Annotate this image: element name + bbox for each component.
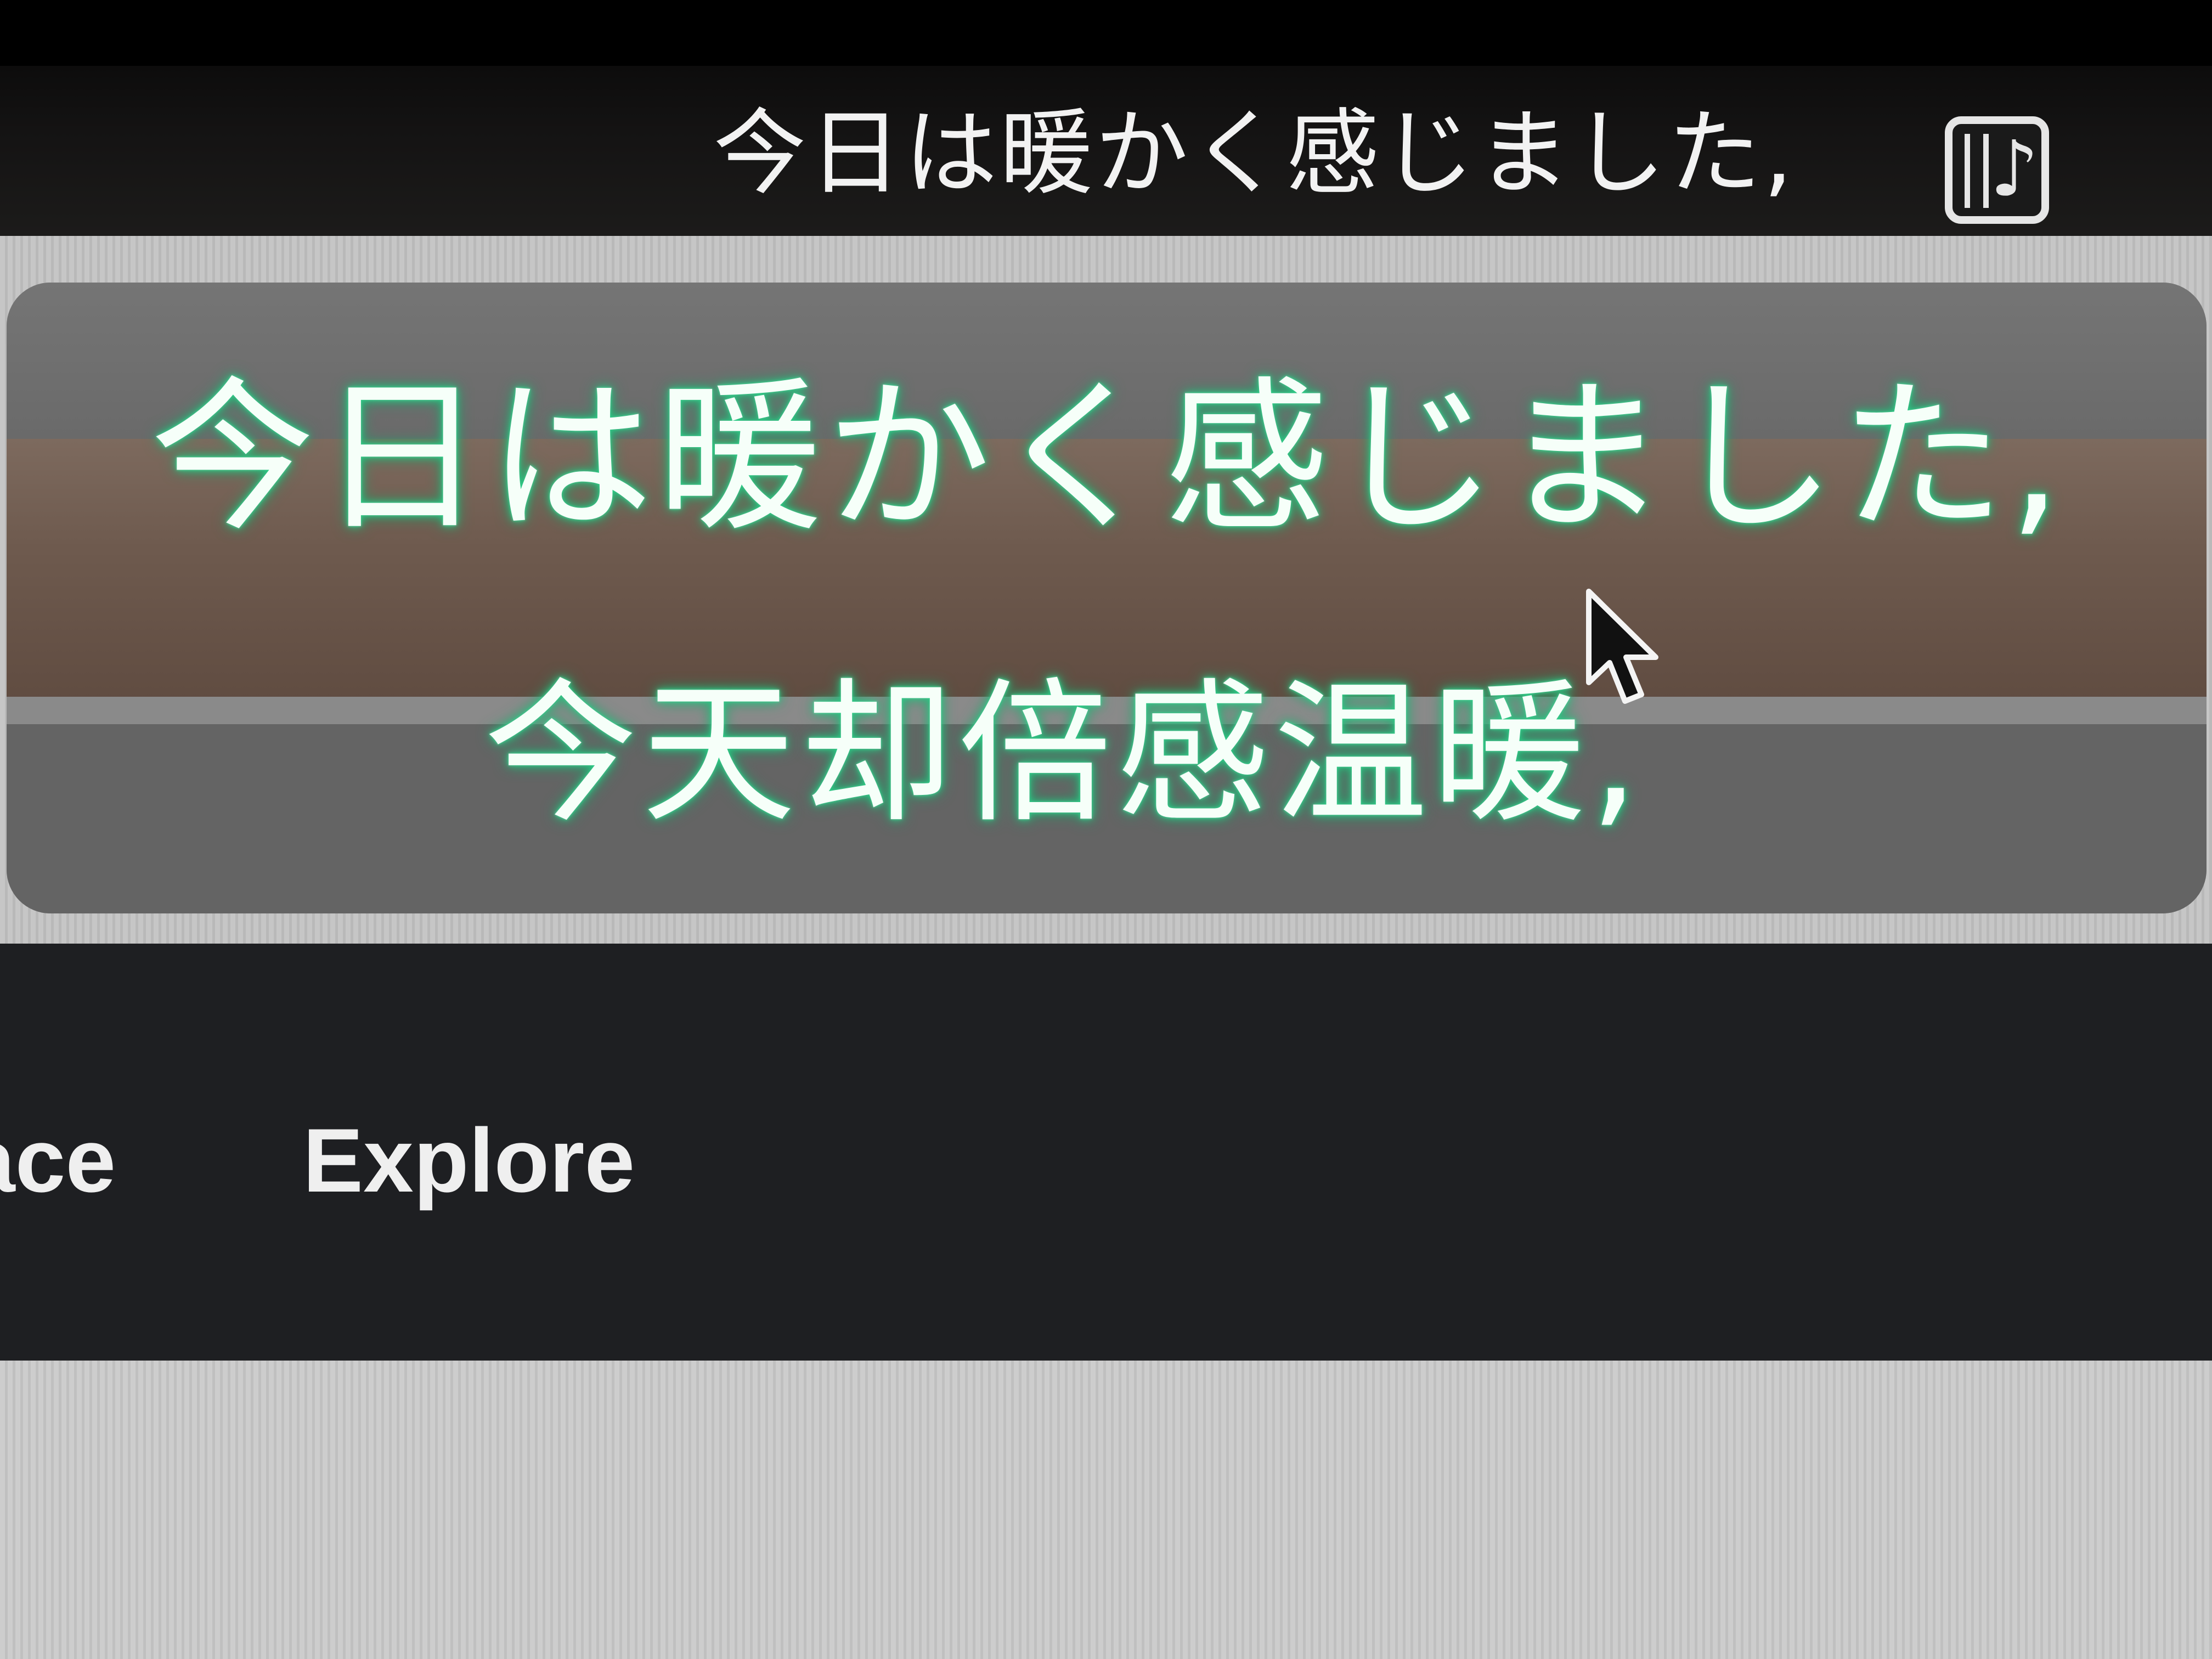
note-glyph: ♪ bbox=[1990, 125, 2039, 214]
music-note-icon[interactable]: ♪ bbox=[1945, 116, 2049, 224]
screen-bezel bbox=[0, 0, 2212, 66]
lyric-original-line: 今日は暖かく感じました, bbox=[150, 362, 2066, 554]
arrow-cursor-icon bbox=[1586, 589, 1658, 704]
screen: 今日は暖かく感じました, ♪ 今日は暖かく感じました, 今天却倍感温暖, lac… bbox=[0, 0, 2212, 1659]
menubar-lyric-text: 今日は暖かく感じました, bbox=[713, 99, 1796, 208]
menu-bar: 今日は暖かく感じました, ♪ bbox=[0, 0, 2212, 236]
nav-item-explore[interactable]: Explore bbox=[303, 1103, 635, 1218]
lyric-translation-line: 今天却倍感温暖, bbox=[484, 665, 1644, 844]
nav-item-marketplace[interactable]: lace bbox=[0, 1103, 116, 1218]
desktop-lyrics-panel[interactable]: 今日は暖かく感じました, 今天却倍感温暖, bbox=[7, 283, 2207, 913]
page-content-area bbox=[0, 1361, 2212, 1659]
icon-stripe bbox=[1965, 134, 1989, 208]
